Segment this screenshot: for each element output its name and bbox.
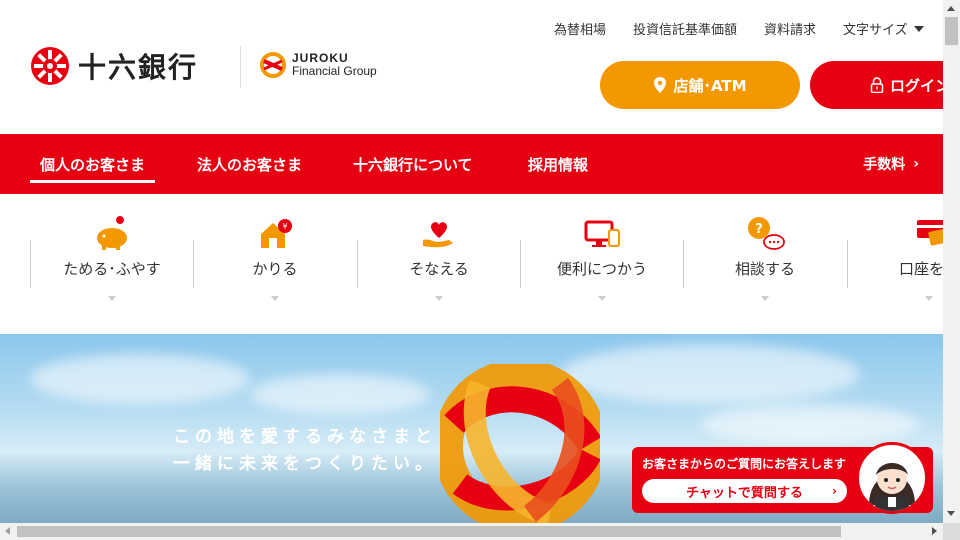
- nav-fees[interactable]: 手数料 ›: [863, 134, 919, 194]
- category-menu: ためる･ふやす ¥ かりる そなえる 便利につかう ? 相談する 口座を: [0, 194, 943, 334]
- nav-personal[interactable]: 個人のお客さま: [29, 134, 156, 194]
- horizontal-scrollbar[interactable]: [0, 523, 943, 540]
- hero-line-2: 一緒に未来をつくりたい。: [173, 454, 437, 474]
- house-yen-icon: ¥: [261, 219, 292, 248]
- bank-name: 十六銀行: [78, 51, 199, 84]
- link-exchange-rates[interactable]: 為替相場: [554, 19, 606, 38]
- category-convenient-label: 便利につかう: [556, 260, 647, 278]
- scroll-right-arrow-icon[interactable]: [932, 527, 937, 535]
- svg-text:¥: ¥: [282, 222, 287, 231]
- chevron-down-icon: [913, 25, 924, 32]
- scroll-up-arrow-icon[interactable]: [947, 6, 955, 11]
- category-convenient[interactable]: 便利につかう: [520, 220, 683, 301]
- chevron-down-icon: [108, 296, 116, 301]
- utility-links: 為替相場 投資信託基準価額 資料請求 文字サイズ: [554, 19, 943, 38]
- chevron-down-icon: [761, 296, 769, 301]
- font-size-label: 文字サイズ: [843, 23, 908, 38]
- category-save-invest-label: ためる･ふやす: [63, 260, 161, 278]
- category-consult-label: 相談する: [734, 260, 795, 278]
- svg-text:?: ?: [755, 222, 763, 237]
- nav-recruit[interactable]: 採用情報: [528, 134, 588, 194]
- cloud: [30, 354, 250, 404]
- juroku-bank-logo[interactable]: 十六銀行: [30, 46, 198, 86]
- nav-recruit-label: 採用情報: [528, 155, 589, 174]
- nav-corporate[interactable]: 法人のお客さま: [197, 134, 302, 194]
- category-prepare[interactable]: そなえる: [357, 222, 520, 301]
- scroll-left-arrow-icon[interactable]: [5, 527, 10, 535]
- nav-corporate-label: 法人のお客さま: [197, 155, 303, 174]
- cloud: [250, 374, 430, 414]
- store-atm-button[interactable]: 店舗･ATM: [600, 61, 800, 109]
- nav-personal-label: 個人のお客さま: [40, 155, 146, 174]
- vertical-scroll-thumb[interactable]: [945, 17, 958, 45]
- login-label: ログイン: [890, 76, 943, 95]
- font-size-selector[interactable]: 文字サイズ: [843, 19, 943, 38]
- devices-icon: [584, 220, 620, 247]
- page: 十六銀行 JUROKU Financial Group 為替相場 投資信託基準価…: [0, 0, 943, 523]
- link-fund-prices[interactable]: 投資信託基準価額: [633, 19, 737, 38]
- chat-prompt: お客さまからのご質問にお答えします: [642, 457, 847, 471]
- chat-start-label: チャットで質問する: [686, 485, 803, 501]
- piggy-bank-icon: [97, 216, 127, 250]
- site-header: 十六銀行 JUROKU Financial Group 為替相場 投資信託基準価…: [0, 0, 943, 134]
- lock-icon: [870, 77, 884, 93]
- card-icon: [917, 220, 943, 246]
- main-nav: 個人のお客さま 法人のお客さま 十六銀行について 採用情報 手数料 ›: [0, 134, 943, 194]
- chat-operator-avatar[interactable]: [856, 442, 928, 514]
- category-open-account-label: 口座をひ: [898, 260, 943, 278]
- scroll-down-arrow-icon[interactable]: [947, 511, 955, 516]
- link-request-documents[interactable]: 資料請求: [764, 19, 816, 38]
- chevron-down-icon: [598, 296, 606, 301]
- category-open-account[interactable]: 口座をひ: [847, 220, 943, 301]
- operator-illustration-icon: [869, 463, 915, 511]
- chevron-right-icon: ›: [832, 484, 837, 498]
- category-save-invest[interactable]: ためる･ふやす: [30, 216, 193, 301]
- chevron-down-icon: [435, 296, 443, 301]
- hero-message: この地を愛するみなさまと 一緒に未来をつくりたい。: [173, 424, 437, 478]
- nav-fees-label: 手数料: [863, 157, 906, 173]
- nav-about-label: 十六銀行について: [353, 155, 473, 174]
- hero-line-1: この地を愛するみなさまと: [173, 427, 437, 447]
- map-pin-icon: [654, 77, 667, 93]
- category-consult[interactable]: ? 相談する: [683, 217, 846, 301]
- chevron-down-icon: [271, 296, 279, 301]
- juroku-financial-group-logo[interactable]: JUROKU Financial Group: [260, 52, 377, 78]
- scrollbar-corner: [943, 523, 960, 540]
- logo-divider: [240, 46, 241, 88]
- nav-about[interactable]: 十六銀行について: [353, 134, 473, 194]
- cloud: [560, 344, 860, 404]
- login-button[interactable]: ログイン: [810, 61, 943, 109]
- consult-icon: ?: [748, 217, 785, 250]
- group-name-line2: Financial Group: [292, 64, 377, 78]
- store-atm-label: 店舗･ATM: [673, 76, 747, 95]
- vertical-scrollbar[interactable]: [943, 0, 960, 523]
- group-symbol-graphic: [440, 364, 600, 523]
- chevron-right-icon: ›: [913, 156, 919, 172]
- bank-emblem-icon: [31, 47, 69, 85]
- chat-start-button[interactable]: チャットで質問する ›: [642, 479, 847, 503]
- category-prepare-label: そなえる: [409, 260, 469, 278]
- horizontal-scroll-thumb[interactable]: [17, 526, 841, 537]
- chevron-down-icon: [925, 296, 933, 301]
- heart-hand-icon: [423, 222, 453, 248]
- category-borrow[interactable]: ¥ かりる: [193, 219, 356, 301]
- cloud: [700, 404, 920, 444]
- category-borrow-label: かりる: [252, 260, 298, 278]
- group-emblem-icon: [260, 52, 286, 78]
